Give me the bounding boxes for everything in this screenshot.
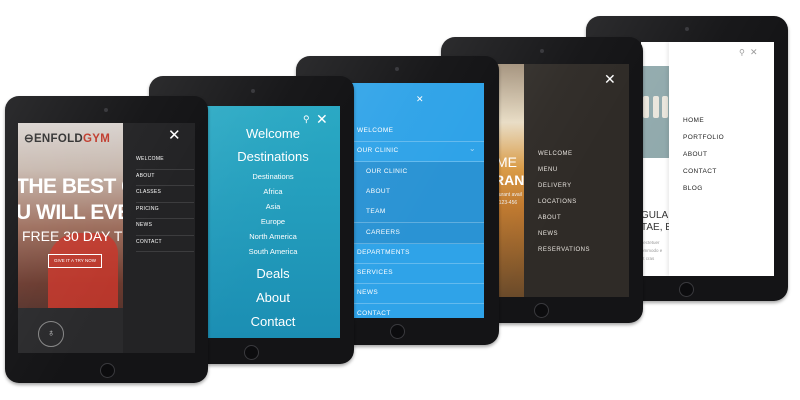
- menu-item[interactable]: North America: [206, 232, 340, 241]
- menu-item[interactable]: HOME: [683, 112, 724, 129]
- menu-item[interactable]: LOCATIONS: [538, 194, 590, 210]
- tablet-mockup-1: ⊖ENFOLDGYM THE BEST GY U WILL EVER FREE …: [5, 96, 208, 383]
- menu-item[interactable]: PRICING: [136, 203, 194, 219]
- camera: [395, 67, 399, 71]
- search-icon[interactable]: ⚲: [739, 48, 745, 57]
- menu-item-label: OUR CLINIC: [366, 167, 408, 175]
- menu-item[interactable]: WELCOME: [538, 146, 590, 162]
- hero-image-food: ME RAN aurant avail 0123-456: [496, 64, 524, 297]
- menu-item[interactable]: ABOUT: [136, 170, 194, 186]
- hero-text-line1: GULA,: [641, 210, 672, 221]
- close-icon[interactable]: ✕: [316, 112, 328, 126]
- menu-item[interactable]: Contact: [206, 314, 340, 329]
- close-icon[interactable]: ✕: [168, 128, 181, 143]
- camera: [104, 108, 108, 112]
- close-icon[interactable]: ✕: [604, 72, 616, 86]
- menu-item[interactable]: OUR CLINIC ⌄: [350, 139, 484, 163]
- class-icon: ♁: [38, 321, 64, 347]
- logo-text: ENFOLD: [33, 133, 84, 145]
- camera: [251, 89, 255, 93]
- menu-item[interactable]: PORTFOLIO: [683, 129, 724, 146]
- chevron-down-icon[interactable]: ⌄: [469, 139, 476, 159]
- menu-item[interactable]: Destinations: [206, 149, 340, 164]
- menu-item-label: ABOUT: [366, 187, 391, 195]
- camera: [685, 27, 689, 31]
- menu-item[interactable]: Europe: [206, 217, 340, 226]
- menu-item-label: WELCOME: [357, 127, 394, 134]
- nav-menu: WELCOME MENU DELIVERY LOCATIONS ABOUT NEWS RES…: [538, 146, 590, 258]
- site-logo[interactable]: ⊖ENFOLDGYM: [24, 131, 110, 145]
- menu-item-label: CAREERS: [366, 228, 401, 236]
- cta-button[interactable]: GIVE IT A TRY NOW: [48, 254, 102, 268]
- menu-item-label: DEPARTMENTS: [357, 248, 410, 256]
- nav-menu: WELCOME ABOUT CLASSES PRICING NEWS CONTACT: [136, 153, 194, 252]
- tablet2-screen: ⚲ ✕ Welcome Destinations Destinations Afric…: [206, 106, 340, 338]
- menu-item[interactable]: WELCOME: [136, 153, 194, 170]
- menu-item-label: TEAM: [366, 208, 386, 216]
- search-icon[interactable]: ⚲: [303, 114, 310, 125]
- menu-item[interactable]: CONTACT: [683, 163, 724, 180]
- menu-item[interactable]: ABOUT: [683, 146, 724, 163]
- home-button: [100, 363, 115, 378]
- menu-item-label: SERVICES: [357, 269, 393, 277]
- camera: [540, 49, 544, 53]
- close-icon[interactable]: ✕: [750, 48, 758, 57]
- menu-item[interactable]: WELCOME: [350, 121, 484, 142]
- menu-item[interactable]: BLOG: [683, 180, 724, 197]
- menu-item[interactable]: DELIVERY: [538, 178, 590, 194]
- menu-item[interactable]: Asia: [206, 202, 340, 211]
- nav-menu: HOME PORTFOLIO ABOUT CONTACT BLOG: [683, 112, 724, 197]
- home-button: [534, 303, 549, 318]
- menu-item[interactable]: Destinations: [206, 172, 340, 181]
- hero-phone: 0123-456: [496, 200, 518, 206]
- hero-small-text: aurant avail: [496, 192, 522, 198]
- menu-item[interactable]: RESERVATIONS: [538, 242, 590, 258]
- tablet5-screen: GULA, TAE, E sectetuer ommodo e st cras …: [641, 42, 774, 276]
- menu-item[interactable]: ABOUT: [350, 181, 484, 203]
- home-button: [679, 282, 694, 297]
- tablet4-screen: ME RAN aurant avail 0123-456 ✕ WELCOME ME…: [496, 64, 629, 297]
- menu-item[interactable]: OUR CLINIC: [350, 161, 484, 183]
- menu-item[interactable]: CLASSES: [136, 186, 194, 203]
- logo-accent: GYM: [83, 133, 111, 145]
- home-button: [244, 345, 259, 360]
- hero-text-line2: TAE, E: [641, 222, 672, 233]
- close-icon[interactable]: ✕: [416, 95, 424, 104]
- menu-item-label: OUR CLINIC: [357, 147, 399, 155]
- menu-item[interactable]: ABOUT: [538, 210, 590, 226]
- menu-item[interactable]: DEPARTMENTS: [350, 243, 484, 264]
- menu-item[interactable]: About: [206, 290, 340, 305]
- menu-item[interactable]: CAREERS: [350, 222, 484, 244]
- menu-item[interactable]: MENU: [538, 162, 590, 178]
- hero-text-line1: ME: [496, 154, 517, 170]
- menu-item[interactable]: Welcome: [206, 126, 340, 141]
- menu-item[interactable]: CONTACT: [136, 236, 194, 252]
- menu-item-label: NEWS: [357, 289, 379, 297]
- tablet3-screen: ✕ WELCOME OUR CLINIC ⌄ OUR CLINIC ABOUT TEAM C…: [350, 83, 484, 318]
- menu-item[interactable]: South America: [206, 247, 340, 256]
- tablet1-screen: ⊖ENFOLDGYM THE BEST GY U WILL EVER FREE …: [18, 123, 195, 353]
- menu-item[interactable]: Africa: [206, 187, 340, 196]
- menu-item[interactable]: NEWS: [538, 226, 590, 242]
- logo-icon: ⊖: [24, 133, 34, 145]
- menu-item[interactable]: SERVICES: [350, 263, 484, 285]
- menu-item[interactable]: TEAM: [350, 202, 484, 224]
- bottom-section: [18, 308, 123, 353]
- home-button: [390, 324, 405, 339]
- hero-small-text: ommodo e: [641, 248, 663, 253]
- hero-text-line2: RAN: [496, 172, 525, 188]
- menu-item[interactable]: CONTACT: [350, 304, 484, 318]
- menu-item[interactable]: NEWS: [136, 219, 194, 236]
- hero-image-bottles: [641, 66, 669, 158]
- menu-item[interactable]: NEWS: [350, 283, 484, 305]
- menu-item-label: CONTACT: [357, 309, 391, 317]
- hero-small-text: sectetuer: [641, 240, 660, 245]
- menu-item[interactable]: Deals: [206, 266, 340, 281]
